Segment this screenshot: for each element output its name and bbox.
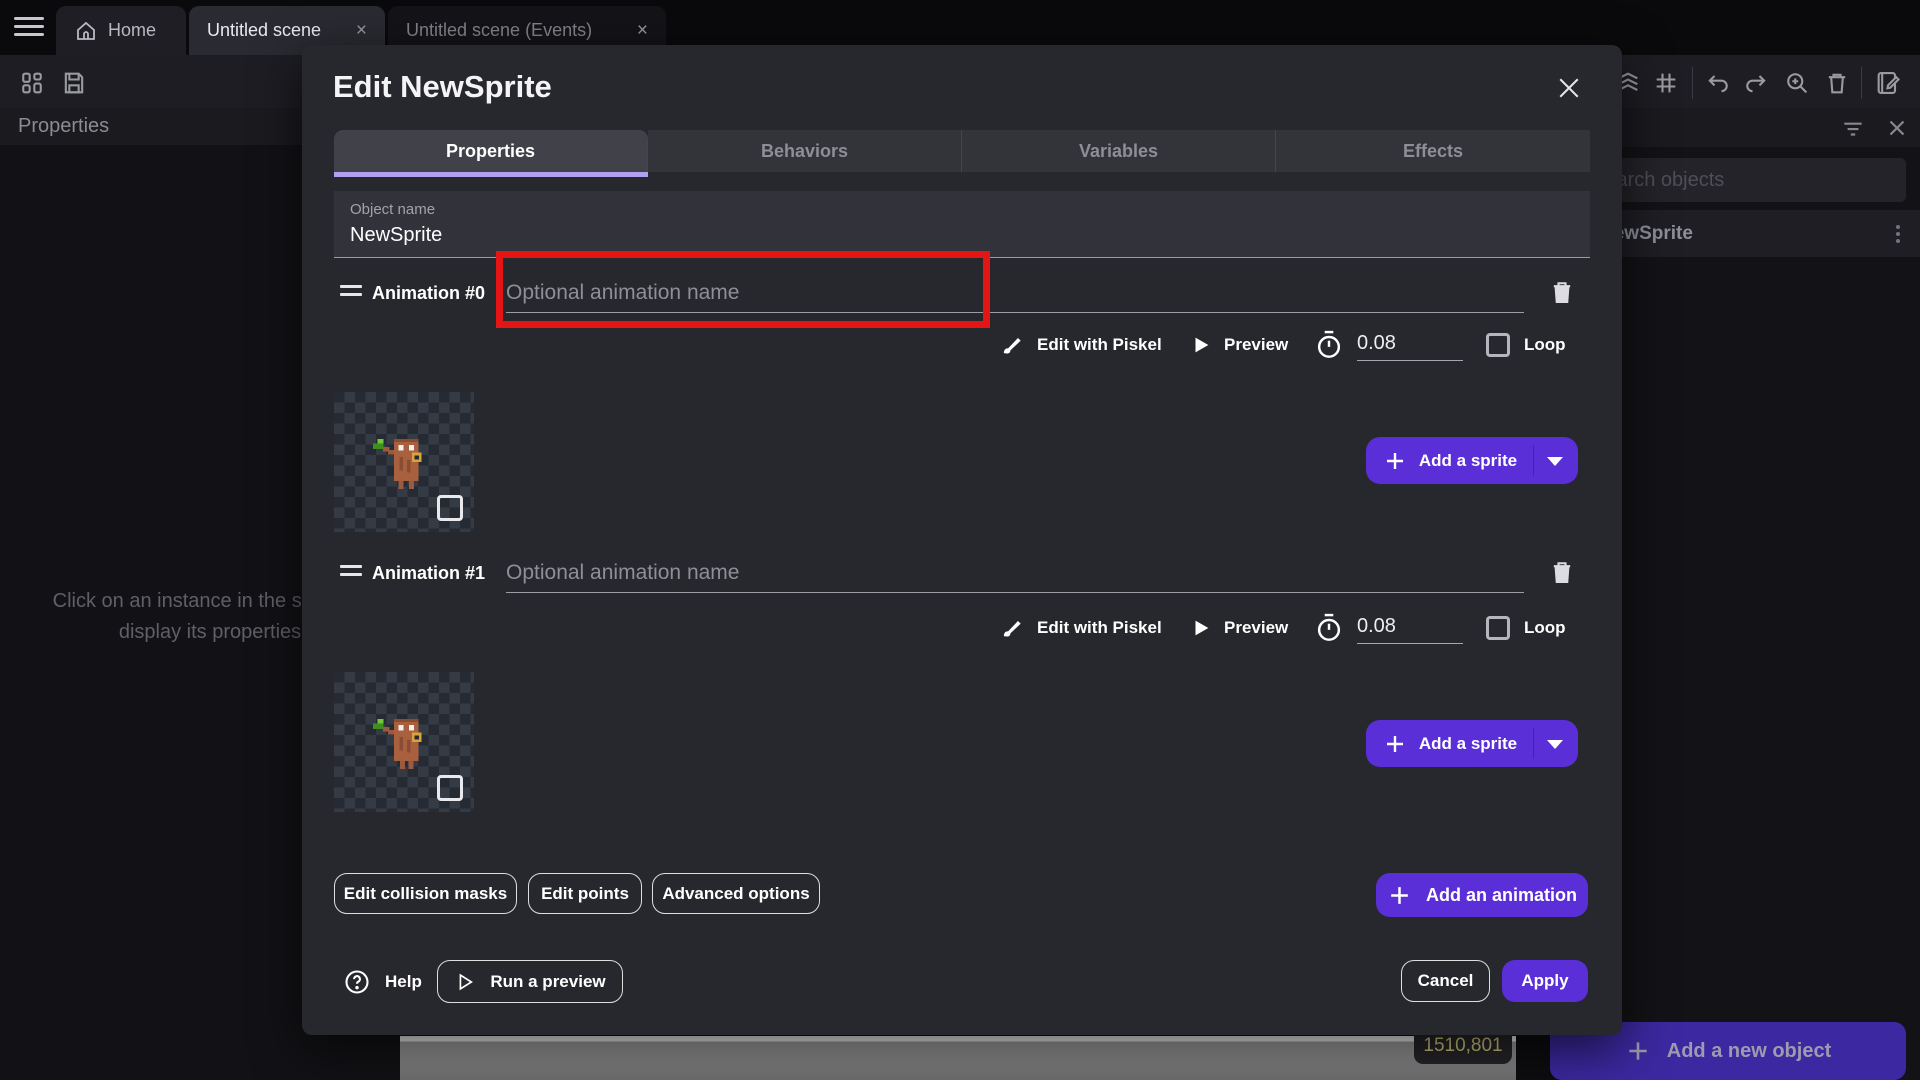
undo-icon[interactable]: [1704, 69, 1732, 97]
delete-animation-icon[interactable]: [1548, 557, 1576, 587]
redo-icon[interactable]: [1742, 69, 1770, 97]
loop-label: Loop: [1524, 325, 1566, 365]
scene-canvas[interactable]: [400, 1036, 1516, 1080]
animation-label: Animation #0: [372, 273, 485, 313]
brush-icon: [999, 332, 1025, 358]
apply-button[interactable]: Apply: [1502, 960, 1588, 1002]
animation-name-input[interactable]: [506, 553, 1524, 593]
preview-button[interactable]: Preview: [1190, 325, 1288, 365]
tab-behaviors[interactable]: Behaviors: [648, 130, 962, 172]
trash-icon[interactable]: [1823, 69, 1851, 97]
search-objects-input[interactable]: [1576, 158, 1906, 202]
tab-effects[interactable]: Effects: [1276, 130, 1590, 172]
time-between-frames-input[interactable]: [1357, 610, 1463, 644]
tab-home[interactable]: Home: [56, 6, 186, 55]
sprite-thumbnail[interactable]: [334, 672, 474, 812]
play-outline-icon: [454, 970, 476, 994]
close-dialog-icon[interactable]: [1554, 73, 1584, 103]
loop-label: Loop: [1524, 608, 1566, 648]
run-preview-button[interactable]: Run a preview: [437, 960, 623, 1003]
timer-icon: [1314, 608, 1344, 648]
add-animation-button[interactable]: Add an animation: [1376, 873, 1588, 917]
tab-properties[interactable]: Properties: [334, 130, 648, 172]
hamburger-menu-icon[interactable]: [14, 17, 44, 39]
loop-checkbox[interactable]: [1486, 333, 1510, 357]
preview-button[interactable]: Preview: [1190, 608, 1288, 648]
plus-icon: [1387, 883, 1412, 908]
filter-icon[interactable]: [1840, 115, 1866, 141]
sprite-image: [372, 428, 430, 492]
zoom-in-icon[interactable]: [1783, 69, 1811, 97]
loop-checkbox[interactable]: [1486, 616, 1510, 640]
close-tab-icon[interactable]: ×: [356, 20, 367, 42]
select-sprite-checkbox[interactable]: [437, 495, 463, 521]
add-sprite-dropdown-icon[interactable]: [1547, 457, 1563, 466]
play-icon: [1190, 616, 1212, 640]
sprite-thumbnail[interactable]: [334, 392, 474, 532]
animation-row-1: Animation #1: [302, 553, 1622, 593]
animation-label: Animation #1: [372, 553, 485, 593]
object-name-label: Object name: [350, 201, 1574, 218]
add-sprite-button[interactable]: Add a sprite: [1366, 720, 1578, 767]
sprite-image: [372, 708, 430, 772]
kebab-menu-icon[interactable]: [1896, 222, 1902, 246]
edit-scene-properties-icon[interactable]: [1874, 69, 1902, 97]
add-sprite-button[interactable]: Add a sprite: [1366, 437, 1578, 484]
play-icon: [1190, 333, 1212, 357]
timer-icon: [1314, 325, 1344, 365]
edit-with-piskel-button[interactable]: Edit with Piskel: [999, 325, 1162, 365]
annotation-highlight-box: [496, 251, 990, 328]
time-between-frames-input[interactable]: [1357, 327, 1463, 361]
save-icon[interactable]: [60, 69, 88, 97]
dialog-title: Edit NewSprite: [333, 69, 552, 105]
layout-icon[interactable]: [18, 69, 46, 97]
delete-animation-icon[interactable]: [1548, 277, 1576, 307]
plus-icon: [1383, 732, 1407, 756]
close-panel-icon[interactable]: [1884, 115, 1910, 141]
edit-with-piskel-button[interactable]: Edit with Piskel: [999, 608, 1162, 648]
drag-handle-icon[interactable]: [340, 565, 362, 581]
tab-home-label: Home: [108, 20, 156, 41]
add-sprite-dropdown-icon[interactable]: [1547, 740, 1563, 749]
plus-icon: [1625, 1038, 1651, 1064]
tab-untitled-scene-events-label: Untitled scene (Events): [406, 20, 592, 41]
drag-handle-icon[interactable]: [340, 285, 362, 301]
object-name-field[interactable]: Object name NewSprite: [334, 191, 1590, 258]
help-icon: [343, 968, 371, 996]
home-icon: [74, 19, 98, 43]
close-tab-icon[interactable]: ×: [637, 20, 648, 42]
edit-collision-masks-button[interactable]: Edit collision masks: [334, 873, 517, 914]
animation-tools-row-1: Edit with Piskel Preview Loop: [302, 608, 1622, 648]
tab-untitled-scene-label: Untitled scene: [207, 20, 321, 41]
select-sprite-checkbox[interactable]: [437, 775, 463, 801]
advanced-options-button[interactable]: Advanced options: [652, 873, 820, 914]
object-name-value: NewSprite: [350, 224, 1574, 247]
edit-points-button[interactable]: Edit points: [528, 873, 642, 914]
active-tab-underline: [334, 172, 648, 177]
plus-icon: [1383, 449, 1407, 473]
add-new-object-label: Add a new object: [1667, 1040, 1831, 1063]
search-objects-box: [1576, 158, 1906, 202]
dialog-tabs: Properties Behaviors Variables Effects: [334, 130, 1590, 172]
grid-icon[interactable]: [1652, 69, 1680, 97]
brush-icon: [999, 615, 1025, 641]
cancel-button[interactable]: Cancel: [1401, 960, 1490, 1002]
tab-variables[interactable]: Variables: [962, 130, 1276, 172]
animation-tools-row-0: Edit with Piskel Preview Loop: [302, 325, 1622, 365]
help-button[interactable]: Help: [343, 961, 422, 1003]
edit-object-dialog: Edit NewSprite Properties Behaviors Vari…: [302, 45, 1622, 1035]
